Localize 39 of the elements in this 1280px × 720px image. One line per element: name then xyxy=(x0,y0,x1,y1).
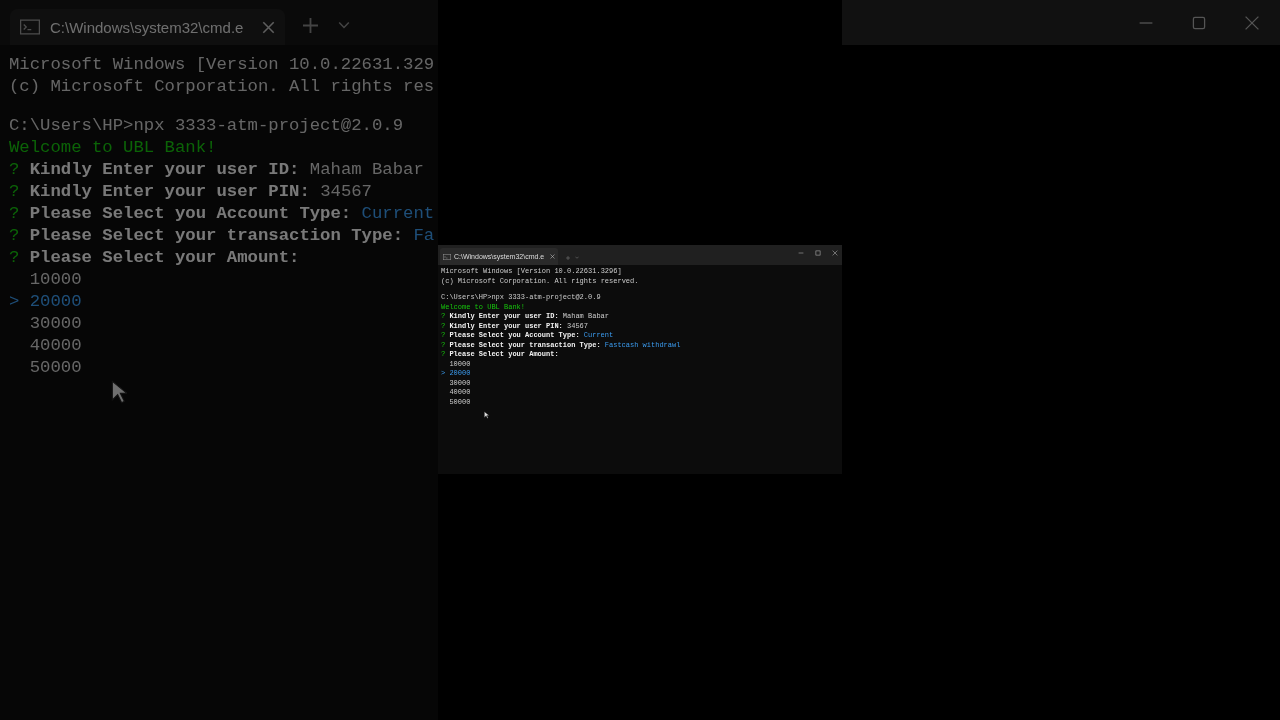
amount-option[interactable]: 30000 xyxy=(29,313,82,336)
new-tab-icon[interactable] xyxy=(566,256,570,260)
terminal-tab[interactable]: C:\Windows\system32\cmd.e xyxy=(10,9,285,45)
prompt-mark: ? xyxy=(9,159,20,182)
prompt-mark: ? xyxy=(9,247,20,270)
amount-option[interactable]: 40000 xyxy=(29,335,82,358)
prompt-answer: Current xyxy=(361,203,435,226)
chevron-down-icon[interactable] xyxy=(575,256,579,259)
selection-pointer: > xyxy=(9,292,20,312)
maximize-icon[interactable] xyxy=(1191,14,1207,31)
amount-option[interactable]: 10000 xyxy=(29,269,82,292)
prompt-mark: ? xyxy=(9,225,20,248)
chevron-down-icon[interactable] xyxy=(338,21,350,29)
prompt-answer: 34567 xyxy=(320,181,372,204)
terminal-text: (c) Microsoft Corporation. All rights res xyxy=(9,76,435,98)
close-tab-icon[interactable] xyxy=(262,20,275,34)
prompt-answer: Fa xyxy=(413,225,435,248)
prompt-label: Please Select your Amount: xyxy=(29,247,300,270)
prompt-label: Kindly Enter your user PIN: xyxy=(29,181,310,204)
prompt-label: Kindly Enter your user ID: xyxy=(29,159,300,182)
close-icon[interactable] xyxy=(832,250,838,256)
terminal-text: C:\Users\HP>npx 3333-atm-project@2.0.9 xyxy=(9,115,404,138)
new-tab-icon[interactable] xyxy=(303,18,318,33)
maximize-icon[interactable] xyxy=(815,250,821,256)
amount-option[interactable]: 50000 xyxy=(29,357,82,380)
close-icon[interactable] xyxy=(1244,14,1260,31)
prompt-mark: ? xyxy=(9,203,20,226)
prompt-mark: ? xyxy=(9,181,20,204)
prompt-answer: Maham Babar xyxy=(309,159,424,182)
mouse-pointer-icon xyxy=(111,380,127,404)
prompt-label: Please Select your transaction Type: xyxy=(29,225,404,248)
mouse-pointer-icon xyxy=(484,411,489,419)
minimize-icon[interactable] xyxy=(798,250,804,256)
terminal-icon xyxy=(20,19,40,35)
terminal-icon xyxy=(443,253,451,260)
welcome-message: Welcome to UBL Bank! xyxy=(9,137,217,160)
terminal-text: Microsoft Windows [Version 10.0.22631.329 xyxy=(9,54,435,76)
prompt-label: Please Select you Account Type: xyxy=(29,203,352,226)
close-tab-icon[interactable] xyxy=(550,254,555,259)
